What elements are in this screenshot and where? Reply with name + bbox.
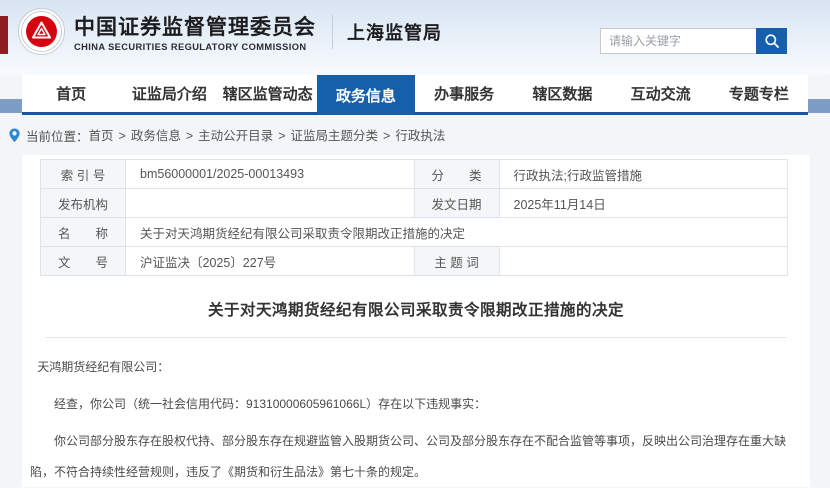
nav-item-1[interactable]: 首页 bbox=[22, 75, 120, 112]
meta-table-row: 名 称关于对天鸿期货经纪有限公司采取责令限期改正措施的决定 bbox=[41, 218, 788, 247]
breadcrumb-link-2[interactable]: 政务信息 bbox=[131, 129, 181, 143]
search-input[interactable] bbox=[600, 28, 756, 54]
meta-label: 发文日期 bbox=[414, 189, 499, 218]
nav-item-4[interactable]: 政务信息 bbox=[317, 75, 415, 115]
meta-label: 主 题 词 bbox=[414, 247, 499, 276]
main-nav: 首页证监局介绍辖区监管动态政务信息办事服务辖区数据互动交流专题专栏 bbox=[0, 75, 830, 115]
meta-label: 文 号 bbox=[41, 247, 126, 276]
nav-item-2[interactable]: 证监局介绍 bbox=[120, 75, 218, 112]
nav-item-6[interactable]: 辖区数据 bbox=[513, 75, 611, 112]
nav-item-7[interactable]: 互动交流 bbox=[612, 75, 710, 112]
breadcrumb-prefix: 当前位置： bbox=[26, 126, 89, 145]
breadcrumb: 当前位置： 首页 > 政务信息 > 主动公开目录 > 证监局主题分类 > 行政执法 bbox=[0, 115, 830, 155]
brand-text: 中国证券监督管理委员会 CHINA SECURITIES REGULATORY … bbox=[74, 11, 316, 52]
search-button[interactable] bbox=[756, 28, 787, 54]
bureau-name: 上海监管局 bbox=[347, 19, 442, 45]
left-edge-banner bbox=[0, 16, 8, 54]
meta-value: 关于对天鸿期货经纪有限公司采取责令限期改正措施的决定 bbox=[126, 218, 788, 247]
search-box bbox=[600, 28, 787, 54]
breadcrumb-separator: > bbox=[278, 129, 285, 143]
brand-separator bbox=[332, 15, 333, 49]
content-card: 索 引 号bm56000001/2025-00013493分 类行政执法;行政监… bbox=[22, 155, 810, 487]
document-title: 关于对天鸿期货经纪有限公司采取责令限期改正措施的决定 bbox=[22, 298, 810, 320]
site-header: 中国证券监督管理委员会 CHINA SECURITIES REGULATORY … bbox=[0, 0, 830, 75]
breadcrumb-separator: > bbox=[119, 129, 126, 143]
meta-table-row: 索 引 号bm56000001/2025-00013493分 类行政执法;行政监… bbox=[41, 160, 788, 189]
document-body: 天鸿期货经纪有限公司： 经查，你公司（统一社会信用代码：9131000060596… bbox=[22, 352, 810, 488]
meta-table-row: 发布机构 发文日期2025年11月14日 bbox=[41, 189, 788, 218]
breadcrumb-link-3[interactable]: 主动公开目录 bbox=[198, 129, 273, 143]
meta-label: 分 类 bbox=[414, 160, 499, 189]
breadcrumb-link-4[interactable]: 证监局主题分类 bbox=[291, 129, 379, 143]
brand-block: 中国证券监督管理委员会 CHINA SECURITIES REGULATORY … bbox=[18, 8, 442, 55]
document-paragraph-2: 经查，你公司（统一社会信用代码：91310000605961066L）存在以下违… bbox=[30, 389, 798, 420]
meta-label: 名 称 bbox=[41, 218, 126, 247]
meta-value: 沪证监决〔2025〕227号 bbox=[126, 247, 415, 276]
title-divider bbox=[45, 337, 787, 338]
meta-value: bm56000001/2025-00013493 bbox=[126, 160, 415, 189]
breadcrumb-items: 首页 > 政务信息 > 主动公开目录 > 证监局主题分类 > 行政执法 bbox=[89, 125, 446, 145]
meta-value bbox=[126, 189, 415, 218]
nav-left-decoration bbox=[0, 99, 22, 113]
meta-value: 行政执法;行政监管措施 bbox=[499, 160, 788, 189]
breadcrumb-separator: > bbox=[186, 129, 193, 143]
breadcrumb-link-5[interactable]: 行政执法 bbox=[395, 129, 445, 143]
meta-value: 2025年11月14日 bbox=[499, 189, 788, 218]
meta-value bbox=[499, 247, 788, 276]
nav-bar: 首页证监局介绍辖区监管动态政务信息办事服务辖区数据互动交流专题专栏 bbox=[22, 75, 808, 115]
nav-item-5[interactable]: 办事服务 bbox=[415, 75, 513, 112]
breadcrumb-link-1[interactable]: 首页 bbox=[89, 129, 114, 143]
org-name-en: CHINA SECURITIES REGULATORY COMMISSION bbox=[74, 42, 316, 52]
nav-right-decoration bbox=[808, 99, 830, 113]
meta-label: 索 引 号 bbox=[41, 160, 126, 189]
csrc-logo-icon bbox=[18, 8, 65, 55]
document-paragraph-3: 你公司部分股东存在股权代持、部分股东存在规避监管入股期货公司、公司及部分股东存在… bbox=[30, 426, 798, 488]
document-paragraph-1: 天鸿期货经纪有限公司： bbox=[30, 352, 798, 383]
breadcrumb-separator: > bbox=[383, 129, 390, 143]
org-name-cn: 中国证券监督管理委员会 bbox=[74, 11, 316, 41]
location-pin-icon bbox=[8, 128, 26, 143]
nav-item-3[interactable]: 辖区监管动态 bbox=[219, 75, 317, 112]
nav-item-8[interactable]: 专题专栏 bbox=[710, 75, 808, 112]
search-icon bbox=[764, 33, 780, 49]
meta-label: 发布机构 bbox=[41, 189, 126, 218]
document-meta-table: 索 引 号bm56000001/2025-00013493分 类行政执法;行政监… bbox=[40, 159, 788, 276]
meta-table-row: 文 号沪证监决〔2025〕227号主 题 词 bbox=[41, 247, 788, 276]
